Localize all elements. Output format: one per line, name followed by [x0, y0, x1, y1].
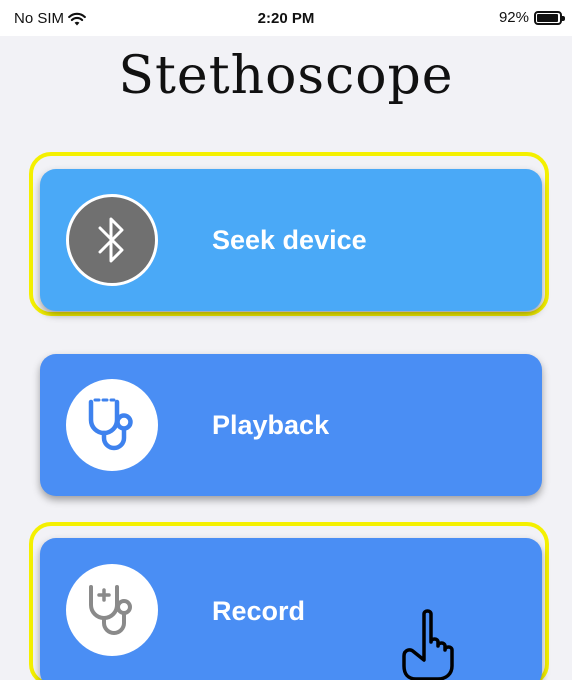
stethoscope-icon	[66, 379, 158, 471]
status-bar: No SIM 2:20 PM 92%	[0, 0, 572, 36]
playback-button[interactable]: Playback	[40, 354, 542, 496]
playback-label: Playback	[212, 409, 330, 440]
battery-icon	[534, 10, 565, 25]
hand-pointer-icon	[402, 609, 454, 680]
record-button[interactable]: Record	[40, 538, 542, 680]
status-time: 2:20 PM	[257, 10, 315, 27]
record-label: Record	[212, 596, 306, 626]
app-title: Stethoscope	[118, 46, 454, 106]
stethoscope-plus-icon	[66, 564, 158, 656]
seek-device-button[interactable]: Seek device	[40, 169, 542, 311]
battery-percent: 92%	[498, 9, 529, 26]
seek-device-label: Seek device	[212, 224, 367, 255]
app-screen: No SIM 2:20 PM 92% Stethoscope Seek devi…	[0, 0, 572, 680]
bluetooth-icon	[66, 194, 158, 286]
status-right: 92%	[498, 9, 565, 26]
